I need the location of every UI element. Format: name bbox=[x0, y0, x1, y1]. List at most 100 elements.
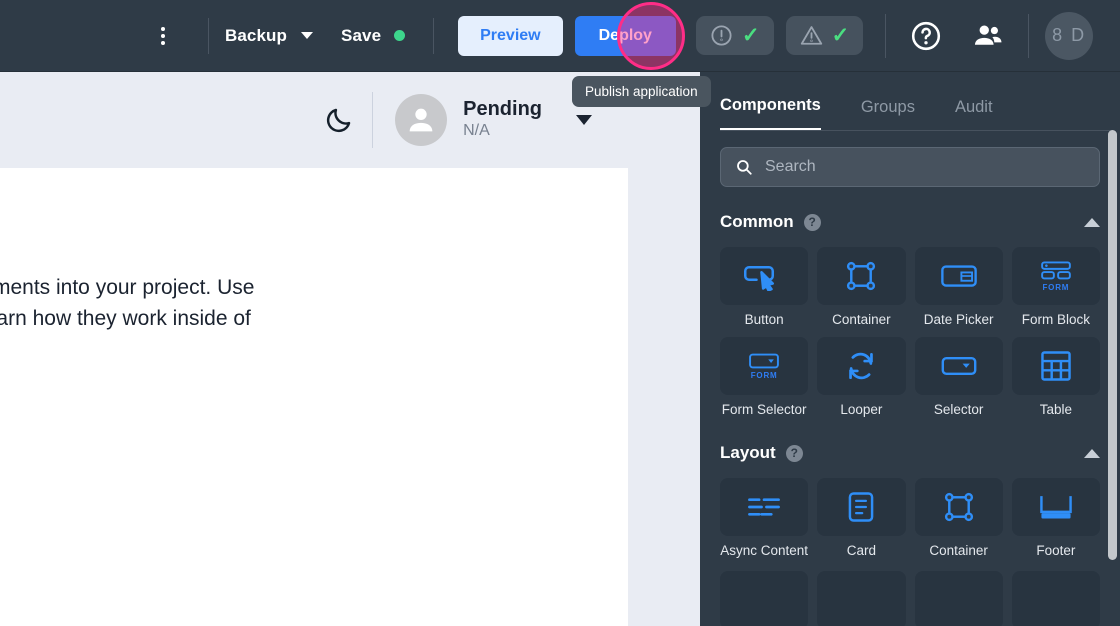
component-tile-async-content[interactable]: Async Content bbox=[720, 478, 808, 559]
canvas-area: Pending N/A rs to integrate essential el… bbox=[0, 72, 700, 626]
toolbar-divider bbox=[885, 14, 886, 58]
tab-audit[interactable]: Audit bbox=[955, 98, 993, 130]
app-root: Pending N/A rs to integrate essential el… bbox=[0, 0, 1120, 626]
loop-refresh-icon bbox=[817, 337, 905, 395]
form-tag: FORM bbox=[751, 371, 778, 380]
tooltip: Publish application bbox=[572, 76, 711, 107]
save-status-dot bbox=[394, 30, 405, 41]
component-tile-table[interactable]: Table bbox=[1012, 337, 1100, 418]
tabs-divider bbox=[720, 130, 1112, 131]
section-title-common: Common bbox=[720, 212, 794, 232]
user-name: Pending bbox=[463, 98, 542, 121]
toolbar-divider bbox=[1028, 14, 1029, 58]
help-circle-icon[interactable]: ? bbox=[804, 214, 821, 231]
canvas-paragraph-line-2: or simply inspect them to learn how they… bbox=[0, 303, 642, 334]
component-label: Footer bbox=[1012, 543, 1100, 559]
dropdown-selector-icon bbox=[915, 337, 1003, 395]
header-divider bbox=[372, 92, 373, 148]
component-grid-partial bbox=[720, 571, 1100, 626]
components-panel: Components Groups Audit Search Common ? bbox=[700, 72, 1120, 626]
table-grid-icon bbox=[1012, 337, 1100, 395]
canvas-card bbox=[0, 486, 42, 626]
component-label: Card bbox=[817, 543, 905, 559]
errors-status-chip[interactable]: ✓ bbox=[696, 16, 774, 55]
panel-scrollbar[interactable] bbox=[1108, 130, 1117, 560]
canvas-paragraph-line-1: rs to integrate essential elements into … bbox=[0, 272, 642, 303]
component-tile-form-block[interactable]: FORM Form Block bbox=[1012, 247, 1100, 328]
chevron-up-icon[interactable] bbox=[1084, 218, 1100, 227]
warning-triangle-icon bbox=[800, 24, 823, 47]
users-icon[interactable] bbox=[970, 18, 1006, 54]
component-tile-card[interactable]: Card bbox=[817, 478, 905, 559]
chevron-down-icon[interactable] bbox=[576, 115, 592, 125]
warnings-status-chip[interactable]: ✓ bbox=[786, 16, 864, 55]
component-label: Date Picker bbox=[915, 312, 1003, 328]
tab-groups[interactable]: Groups bbox=[861, 98, 915, 130]
component-tile-looper[interactable]: Looper bbox=[817, 337, 905, 418]
more-vertical-icon[interactable] bbox=[146, 19, 180, 53]
component-label: Looper bbox=[817, 402, 905, 418]
tab-components[interactable]: Components bbox=[720, 96, 821, 130]
component-grid-common: Button Container bbox=[720, 247, 1100, 418]
component-tile-container-layout[interactable]: Container bbox=[915, 478, 1003, 559]
component-label: Form Selector bbox=[720, 402, 808, 418]
backup-button[interactable]: Backup bbox=[225, 26, 287, 46]
search-placeholder: Search bbox=[765, 158, 816, 176]
user-info: Pending N/A bbox=[463, 98, 542, 142]
deploy-button[interactable]: Deploy bbox=[575, 16, 676, 56]
form-tag: FORM bbox=[1042, 283, 1069, 292]
component-tile-form-selector[interactable]: FORM Form Selector bbox=[720, 337, 808, 418]
component-tile-button[interactable]: Button bbox=[720, 247, 808, 328]
search-input[interactable]: Search bbox=[720, 147, 1100, 187]
component-label: Form Block bbox=[1012, 312, 1100, 328]
chevron-down-icon[interactable] bbox=[301, 32, 313, 39]
avatar[interactable] bbox=[395, 94, 447, 146]
save-button[interactable]: Save bbox=[341, 26, 381, 46]
form-block-icon: FORM bbox=[1012, 247, 1100, 305]
toolbar-divider bbox=[208, 18, 209, 54]
section-header-layout: Layout ? bbox=[720, 440, 1100, 466]
component-tile-partial[interactable] bbox=[915, 571, 1003, 626]
container-nodes-icon bbox=[915, 478, 1003, 536]
component-tile-partial[interactable] bbox=[817, 571, 905, 626]
async-lines-icon bbox=[720, 478, 808, 536]
component-label: Table bbox=[1012, 402, 1100, 418]
top-toolbar: Backup Save Preview Deploy ✓ ✓ bbox=[0, 0, 1120, 72]
component-tile-selector[interactable]: Selector bbox=[915, 337, 1003, 418]
canvas-app-header: Pending N/A bbox=[0, 72, 628, 168]
date-picker-icon bbox=[915, 247, 1003, 305]
preview-button[interactable]: Preview bbox=[458, 16, 562, 56]
component-tile-container[interactable]: Container bbox=[817, 247, 905, 328]
component-tile-partial[interactable] bbox=[1012, 571, 1100, 626]
check-icon: ✓ bbox=[832, 25, 850, 46]
toolbar-divider bbox=[433, 18, 434, 54]
form-selector-icon: FORM bbox=[720, 337, 808, 395]
section-header-common: Common ? bbox=[720, 209, 1100, 235]
panel-tabs: Components Groups Audit bbox=[700, 72, 1120, 130]
section-title-layout: Layout bbox=[720, 443, 776, 463]
help-circle-icon[interactable]: ? bbox=[786, 445, 803, 462]
chevron-up-icon[interactable] bbox=[1084, 449, 1100, 458]
component-tile-partial[interactable] bbox=[720, 571, 808, 626]
component-tile-date-picker[interactable]: Date Picker bbox=[915, 247, 1003, 328]
component-label: Async Content bbox=[720, 543, 808, 559]
search-icon bbox=[735, 158, 753, 176]
container-nodes-icon bbox=[817, 247, 905, 305]
component-label: Button bbox=[720, 312, 808, 328]
component-label: Selector bbox=[915, 402, 1003, 418]
account-avatar[interactable]: 8 D bbox=[1045, 12, 1093, 60]
user-subtitle: N/A bbox=[463, 121, 542, 142]
canvas-paragraph: rs to integrate essential elements into … bbox=[0, 272, 642, 334]
canvas-content: rs to integrate essential elements into … bbox=[0, 168, 628, 626]
canvas-right-gutter bbox=[628, 72, 700, 626]
component-tile-footer[interactable]: Footer bbox=[1012, 478, 1100, 559]
check-icon: ✓ bbox=[742, 25, 760, 46]
help-circle-icon[interactable] bbox=[908, 18, 944, 54]
error-circle-icon bbox=[710, 24, 733, 47]
component-label: Container bbox=[817, 312, 905, 328]
moon-icon[interactable] bbox=[324, 105, 354, 135]
component-label: Container bbox=[915, 543, 1003, 559]
button-cursor-icon bbox=[720, 247, 808, 305]
component-grid-layout: Async Content Card bbox=[720, 478, 1100, 559]
card-document-icon bbox=[817, 478, 905, 536]
